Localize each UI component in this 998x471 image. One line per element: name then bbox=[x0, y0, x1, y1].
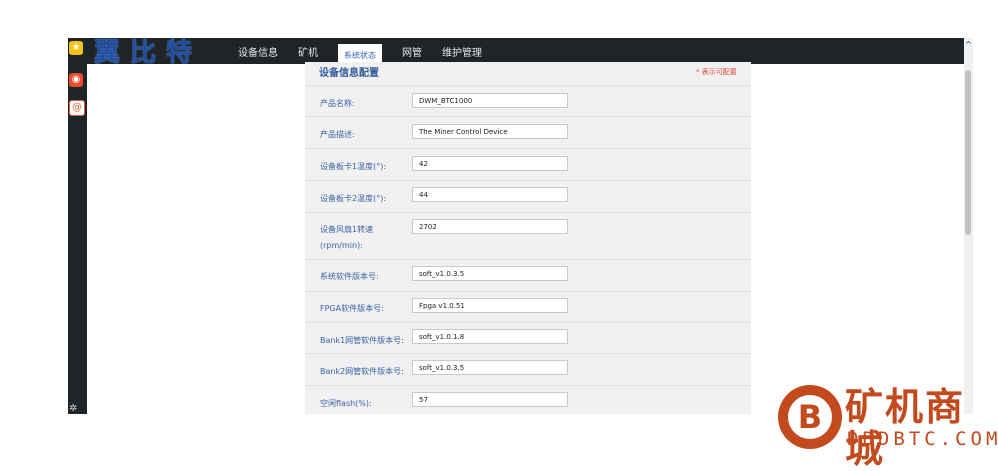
bank2-version-field[interactable]: soft_v1.0.3.5 bbox=[412, 360, 568, 375]
fan1-speed-field[interactable]: 2702 bbox=[412, 219, 568, 234]
nav-miner[interactable]: 矿机 bbox=[298, 44, 318, 59]
main-nav: 设备信息 矿机 系统状态 网管 维护管理 bbox=[238, 38, 502, 65]
form-row: Bank2网管软件版本号: soft_v1.0.3.5 bbox=[305, 353, 751, 385]
field-label: Bank1网管软件版本号: bbox=[320, 336, 404, 345]
field-label-unit: (rpm/min): bbox=[320, 241, 363, 250]
system-software-version-field[interactable]: soft_v1.0.3.5 bbox=[412, 266, 568, 281]
product-description-field[interactable]: The Miner Control Device bbox=[412, 124, 568, 139]
free-flash-field[interactable]: 57 bbox=[412, 392, 568, 407]
board2-temp-field[interactable]: 44 bbox=[412, 187, 568, 202]
field-label: 产品名称: bbox=[320, 99, 355, 108]
form-row: 空闲flash(%): 57 bbox=[305, 385, 751, 415]
weibo-icon[interactable]: ◉ bbox=[69, 73, 83, 87]
nav-maintenance[interactable]: 维护管理 bbox=[442, 44, 482, 59]
field-label: 设备风扇1转速 bbox=[320, 225, 374, 234]
form-row: 设备风扇1转速 (rpm/min): 2702 bbox=[305, 212, 751, 259]
product-name-field[interactable]: DWM_BTC1000 bbox=[412, 93, 568, 108]
bitcoin-icon: B bbox=[797, 398, 823, 436]
field-label: FPGA软件版本号: bbox=[320, 304, 384, 313]
required-note: * 表示可配置 bbox=[696, 68, 737, 76]
gear-icon[interactable]: ✲ bbox=[69, 404, 81, 414]
top-nav-bar bbox=[87, 38, 964, 64]
star-icon[interactable]: ★ bbox=[69, 41, 83, 55]
field-label: Bank2网管软件版本号: bbox=[320, 367, 404, 376]
form-row: 设备板卡2温度(°): 44 bbox=[305, 180, 751, 212]
screen: ★ ◉ @ ✲ 翼比特 设备信息 矿机 系统状态 网管 维护管理 ^ 设备信息配… bbox=[0, 0, 998, 470]
form-row: Bank1网管软件版本号: soft_v1.0.1.8 bbox=[305, 322, 751, 354]
scrollbar-thumb[interactable] bbox=[965, 70, 971, 235]
field-label: 设备板卡1温度(°): bbox=[320, 162, 387, 171]
board1-temp-field[interactable]: 42 bbox=[412, 156, 568, 171]
field-label: 设备板卡2温度(°): bbox=[320, 194, 387, 203]
form-row: FPGA软件版本号: Fpga v1.0.51 bbox=[305, 291, 751, 323]
field-label: 系统软件版本号: bbox=[320, 272, 379, 281]
at-icon[interactable]: @ bbox=[69, 100, 85, 116]
nav-device-info[interactable]: 设备信息 bbox=[238, 44, 278, 59]
fpga-version-field[interactable]: Fpga v1.0.51 bbox=[412, 298, 568, 313]
brand-logo: 翼比特 bbox=[94, 37, 203, 68]
section-title: 设备信息配置 bbox=[319, 68, 379, 79]
bank1-version-field[interactable]: soft_v1.0.1.8 bbox=[412, 329, 568, 344]
form-row: 设备板卡1温度(°): 42 bbox=[305, 148, 751, 180]
nav-network[interactable]: 网管 bbox=[402, 44, 422, 59]
form-row: 产品描述: The Miner Control Device bbox=[305, 116, 751, 148]
field-label: 产品描述: bbox=[320, 130, 355, 139]
form-row: 产品名称: DWM_BTC1000 bbox=[305, 85, 751, 116]
form-row: 系统软件版本号: soft_v1.0.3.5 bbox=[305, 259, 751, 291]
field-label: 空闲flash(%): bbox=[320, 399, 372, 408]
scroll-up-icon[interactable]: ^ bbox=[964, 40, 973, 49]
left-toolbar bbox=[68, 38, 87, 414]
watermark-subtitle: DDDBTC.COM bbox=[847, 428, 998, 450]
